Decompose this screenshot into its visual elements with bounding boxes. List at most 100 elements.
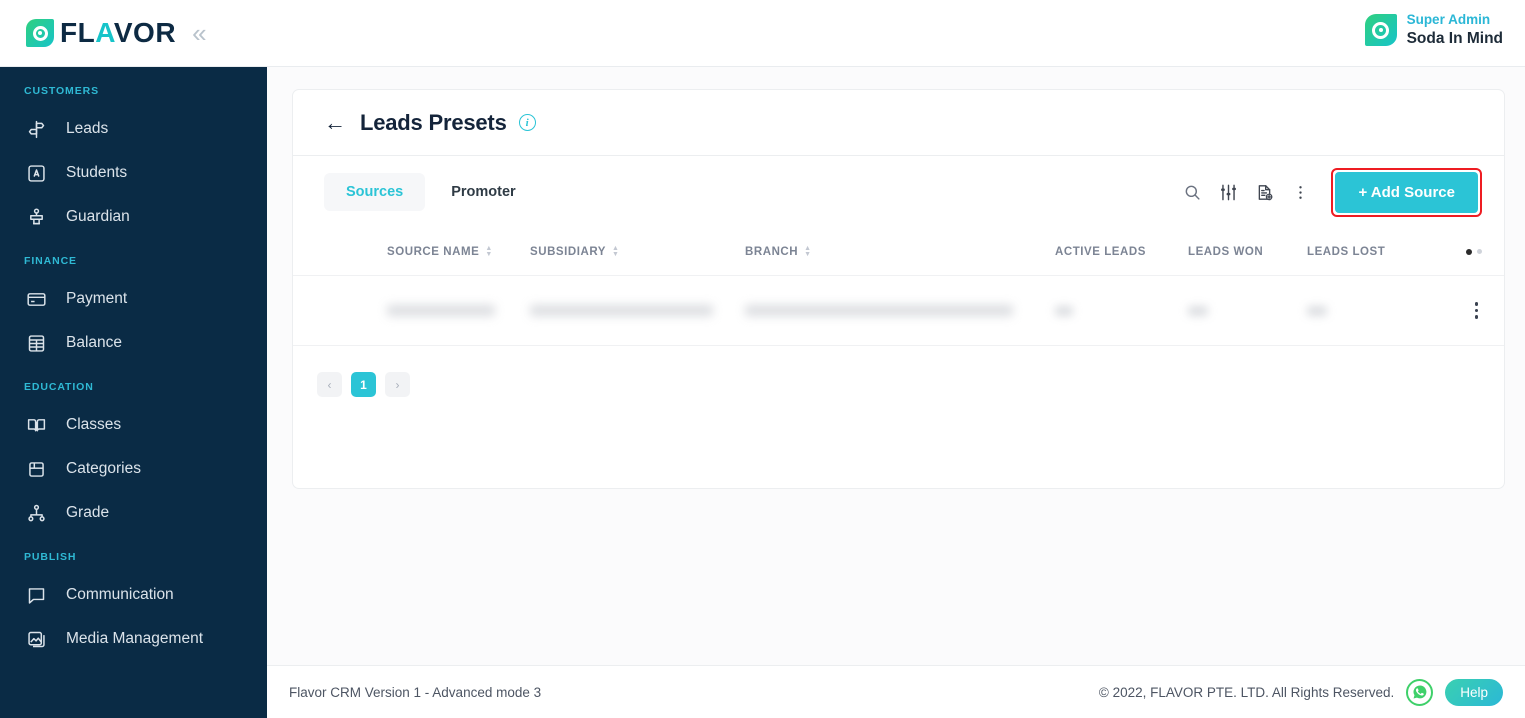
sidebar-item-label: Grade — [66, 504, 110, 521]
ledger-icon — [25, 332, 47, 354]
tab-promoter[interactable]: Promoter — [429, 173, 537, 211]
tab-list: Sources Promoter — [324, 173, 538, 211]
more-options-icon[interactable] — [1291, 183, 1310, 202]
pagination-page-1[interactable]: 1 — [351, 372, 376, 397]
sidebar-item-categories[interactable]: Categories — [0, 447, 267, 491]
brand-word-part1: FL — [60, 17, 96, 48]
sidebar[interactable]: CUSTOMERS Leads Students Guardian FINANC… — [0, 67, 267, 718]
signpost-icon — [25, 118, 47, 140]
hierarchy-icon — [25, 502, 47, 524]
carousel-dots-indicator[interactable] — [1466, 248, 1482, 255]
info-icon[interactable]: i — [518, 114, 536, 131]
top-bar: FLAVOR « Super Admin Soda In Mind — [0, 0, 1525, 67]
sidebar-item-communication[interactable]: Communication — [0, 573, 267, 617]
sidebar-item-label: Leads — [66, 120, 109, 137]
card-header: ← Leads Presets i — [293, 90, 1504, 156]
brand-logo[interactable]: FLAVOR — [26, 17, 176, 49]
app-root: FLAVOR « Super Admin Soda In Mind CUSTOM… — [0, 0, 1525, 718]
sidebar-item-classes[interactable]: Classes — [0, 403, 267, 447]
book-icon — [25, 414, 47, 436]
footer: Flavor CRM Version 1 - Advanced mode 3 ©… — [267, 665, 1525, 718]
card-toolbar: Sources Promoter + Add Source — [293, 156, 1504, 228]
row-actions-icon[interactable] — [1471, 298, 1482, 322]
search-icon[interactable] — [1183, 183, 1202, 202]
sidebar-item-label: Payment — [66, 290, 128, 307]
cell-subsidiary — [530, 305, 713, 316]
column-active-leads[interactable]: ACTIVE LEADS — [1055, 246, 1188, 258]
credit-card-icon — [25, 288, 47, 310]
id-card-icon — [25, 162, 47, 184]
sidebar-group-finance: FINANCE — [24, 255, 77, 267]
cell-leads-lost — [1307, 305, 1327, 316]
sidebar-group-customers: CUSTOMERS — [24, 85, 99, 97]
user-name: Soda In Mind — [1406, 29, 1503, 47]
column-label: BRANCH — [745, 245, 799, 258]
footer-copyright: © 2022, FLAVOR PTE. LTD. All Rights Rese… — [1098, 684, 1395, 700]
column-label: SUBSIDIARY — [530, 245, 606, 258]
sidebar-item-media-management[interactable]: Media Management — [0, 617, 267, 661]
sidebar-item-leads[interactable]: Leads — [0, 107, 267, 151]
sidebar-item-label: Balance — [66, 334, 123, 351]
sort-icon[interactable]: ▲ ▼ — [612, 245, 619, 258]
sidebar-item-students[interactable]: Students — [0, 151, 267, 195]
media-icon — [25, 628, 47, 650]
cell-branch — [745, 305, 1013, 316]
avatar — [1364, 14, 1397, 47]
sort-icon[interactable]: ▲ ▼ — [485, 245, 492, 258]
cell-active-leads — [1055, 305, 1073, 316]
column-branch[interactable]: BRANCH ▲ ▼ — [745, 245, 1055, 258]
footer-version: Flavor CRM Version 1 - Advanced mode 3 — [289, 684, 542, 700]
cell-source-name — [387, 305, 495, 316]
page-title: Leads Presets — [360, 109, 507, 135]
column-subsidiary[interactable]: SUBSIDIARY ▲ ▼ — [530, 245, 745, 258]
sidebar-item-label: Guardian — [66, 208, 130, 225]
box-icon — [25, 458, 47, 480]
user-role: Super Admin — [1406, 12, 1491, 27]
brand-word-part3: VOR — [113, 17, 177, 48]
column-leads-lost[interactable]: LEADS LOST — [1307, 246, 1422, 258]
brand-wordmark: FLAVOR — [60, 17, 176, 49]
sidebar-group-publish: PUBLISH — [24, 551, 77, 563]
tab-sources[interactable]: Sources — [324, 173, 426, 211]
column-leads-won[interactable]: LEADS WON — [1188, 246, 1307, 258]
sidebar-group-education: EDUCATION — [24, 381, 94, 393]
export-document-icon[interactable] — [1255, 183, 1274, 202]
sidebar-item-label: Communication — [66, 586, 174, 603]
user-profile[interactable]: Super Admin Soda In Mind — [1364, 12, 1503, 48]
leads-presets-card: ← Leads Presets i Sources Promoter + Add… — [292, 89, 1505, 489]
sidebar-item-label: Classes — [66, 416, 122, 433]
add-source-button[interactable]: + Add Source — [1335, 171, 1478, 213]
back-arrow-icon[interactable]: ← — [324, 111, 346, 134]
pagination: ‹ 1 › — [293, 346, 1504, 397]
column-label: ACTIVE LEADS — [1055, 245, 1146, 258]
sidebar-item-guardian[interactable]: Guardian — [0, 195, 267, 239]
sidebar-item-grade[interactable]: Grade — [0, 491, 267, 535]
table-row[interactable] — [293, 276, 1504, 346]
help-button[interactable]: Help — [1445, 678, 1503, 706]
column-label: LEADS WON — [1188, 245, 1264, 258]
filter-icon[interactable] — [1219, 183, 1238, 202]
guardian-icon — [25, 206, 47, 228]
column-label: SOURCE NAME — [387, 245, 480, 258]
toolbar-actions: + Add Source — [1183, 167, 1482, 217]
main-content: ← Leads Presets i Sources Promoter + Add… — [267, 67, 1525, 718]
chat-icon — [25, 584, 47, 606]
sidebar-item-label: Students — [66, 164, 128, 181]
sources-table: SOURCE NAME ▲ ▼ SUBSIDIARY ▲ ▼ BRANCH ▲ ▼ A… — [293, 228, 1504, 397]
table-header-row: SOURCE NAME ▲ ▼ SUBSIDIARY ▲ ▼ BRANCH ▲ ▼ A… — [293, 228, 1504, 276]
sort-icon[interactable]: ▲ ▼ — [804, 245, 811, 258]
pagination-next[interactable]: › — [385, 372, 410, 397]
whatsapp-icon[interactable] — [1406, 678, 1434, 706]
pagination-prev[interactable]: ‹ — [317, 372, 342, 397]
sidebar-item-balance[interactable]: Balance — [0, 321, 267, 365]
sidebar-item-payment[interactable]: Payment — [0, 277, 267, 321]
column-source-name[interactable]: SOURCE NAME ▲ ▼ — [387, 245, 530, 258]
flavor-logo-icon — [26, 19, 54, 47]
brand-word-part2: A — [95, 17, 114, 48]
sidebar-collapse-icon[interactable]: « — [192, 20, 206, 46]
sidebar-item-label: Categories — [66, 460, 141, 477]
add-source-highlight: + Add Source — [1331, 167, 1482, 217]
cell-leads-won — [1188, 305, 1208, 316]
sidebar-item-label: Media Management — [66, 630, 203, 647]
column-label: LEADS LOST — [1307, 245, 1386, 258]
